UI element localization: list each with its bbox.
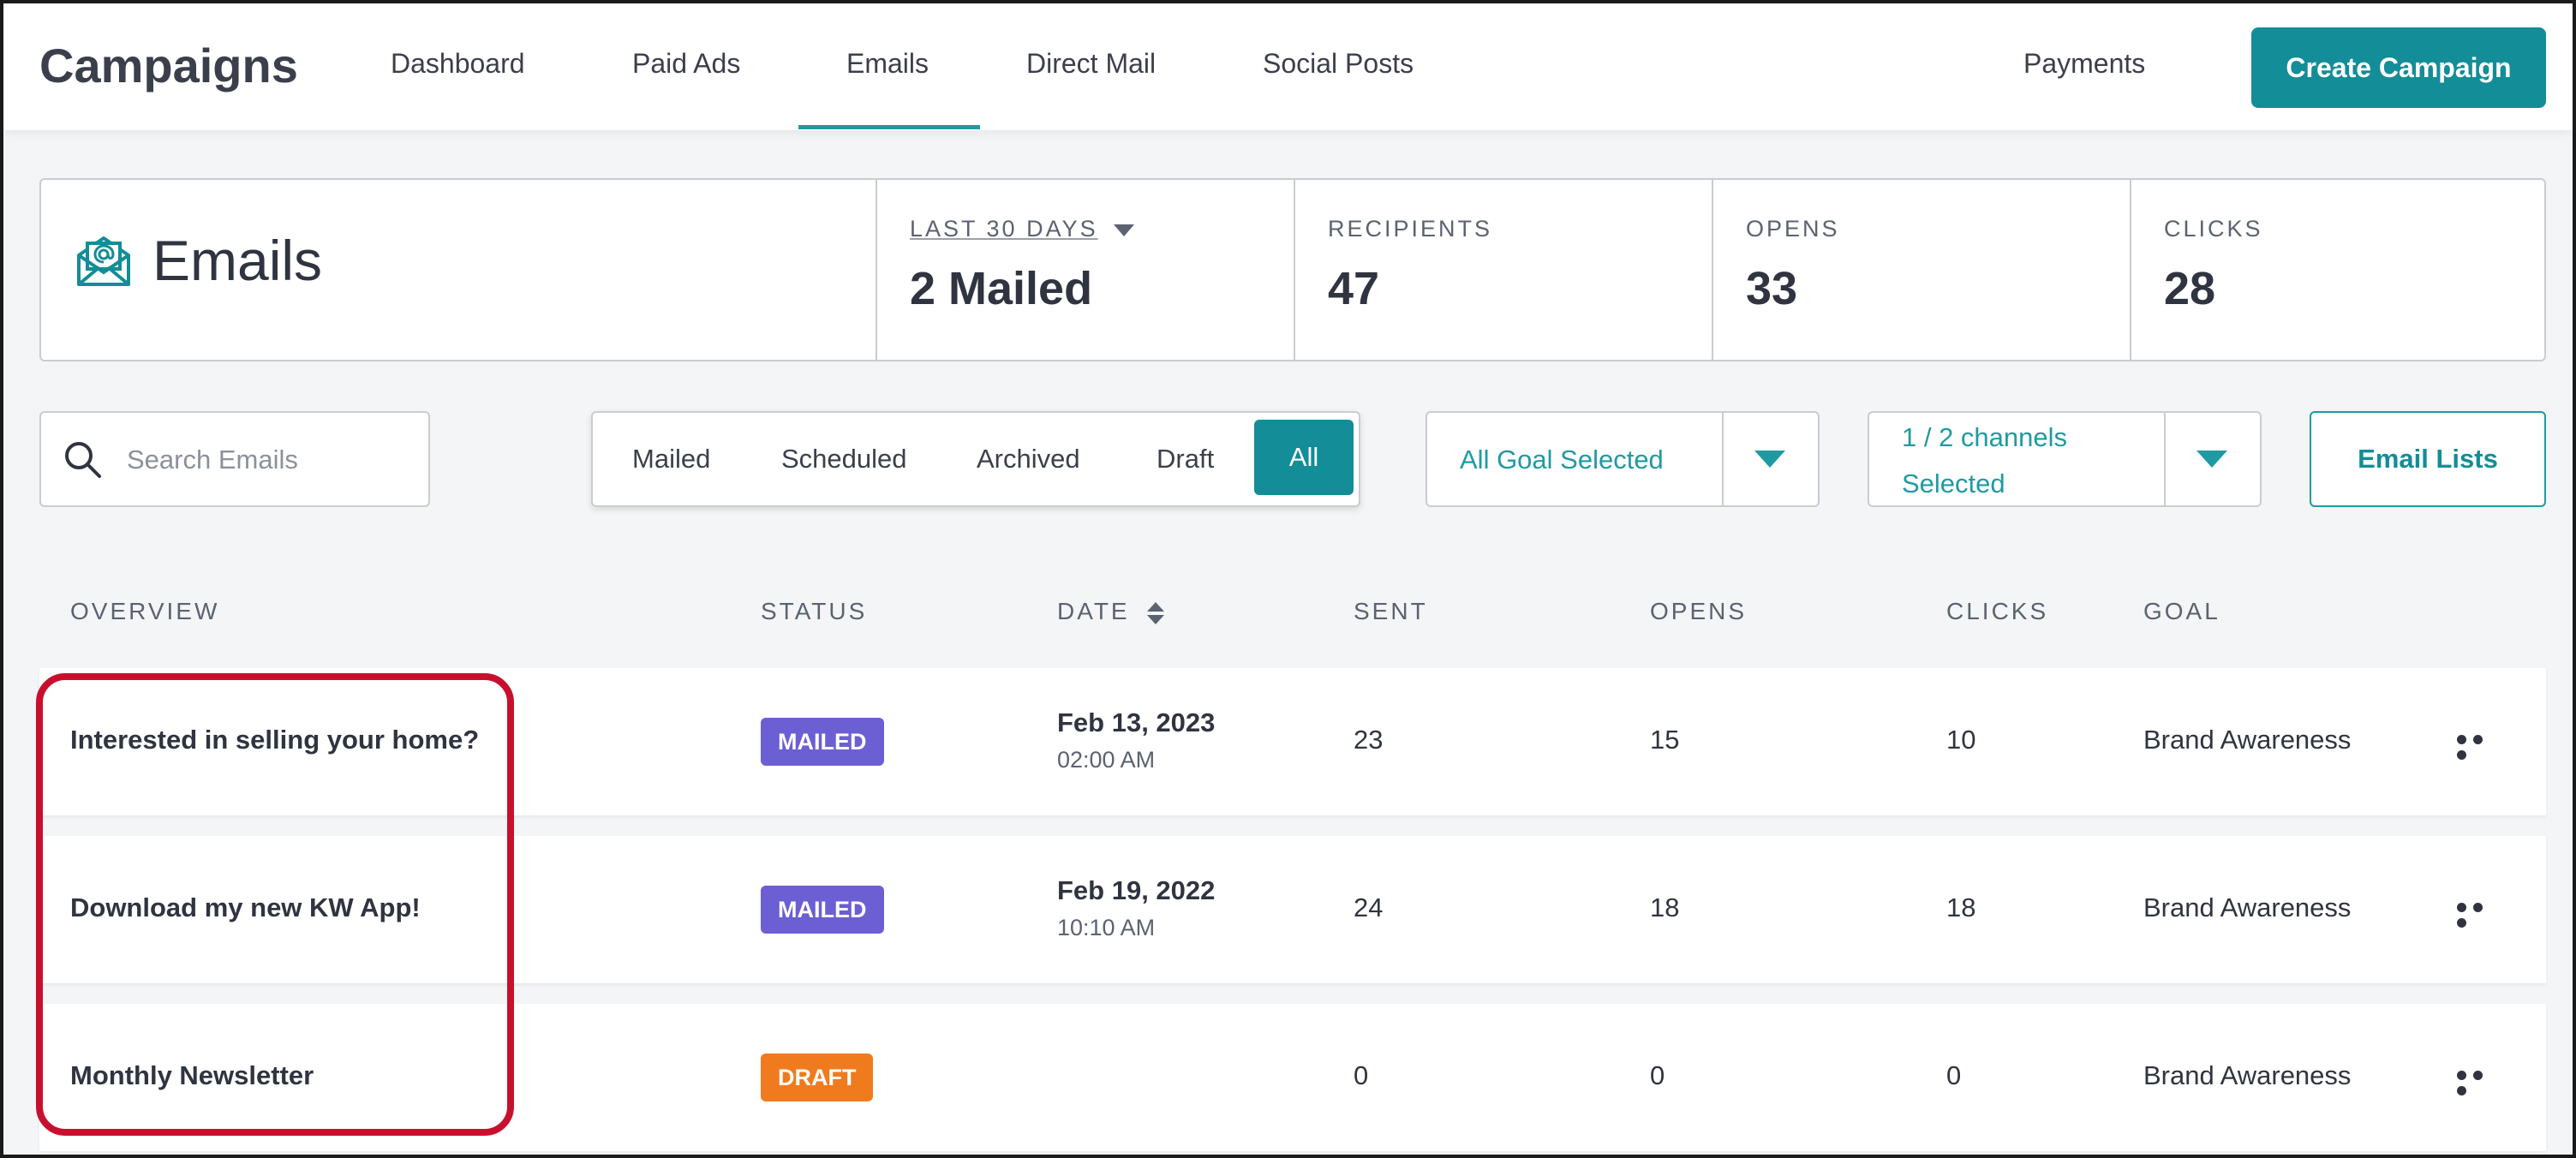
row-time-value: 02:00 AM [1057, 747, 1156, 773]
period-dropdown[interactable]: LAST 30 DAYS [910, 216, 1134, 242]
channels-dropdown-toggle[interactable] [2164, 413, 2260, 505]
status-segmented-control: Mailed Scheduled Archived Draft All [591, 411, 1360, 507]
stat-recipients: RECIPIENTS 47 [1295, 180, 1713, 360]
row-date-value: Feb 13, 2023 [1057, 707, 1216, 737]
active-tab-indicator [798, 125, 980, 129]
row-clicks: 18 [1946, 892, 1976, 922]
status-badge: MAILED [761, 718, 884, 766]
tab-emails[interactable]: Emails [846, 48, 929, 80]
segment-all[interactable]: All [1254, 420, 1354, 495]
row-clicks: 0 [1946, 1060, 1962, 1090]
segment-mailed[interactable]: Mailed [632, 444, 710, 475]
table-row[interactable]: Interested in selling your home? MAILED … [39, 668, 2546, 815]
stats-title-cell: Emails [41, 180, 877, 360]
table-row[interactable]: Monthly Newsletter DRAFT 0 0 0 Brand Awa… [39, 1004, 2546, 1151]
app-frame: Campaigns Dashboard Paid Ads Emails Dire… [0, 0, 2576, 1158]
tab-direct-mail[interactable]: Direct Mail [1026, 48, 1156, 80]
email-stats-card: Emails LAST 30 DAYS 2 Mailed RECIPIENTS … [39, 178, 2546, 361]
more-horizontal-icon[interactable] [2457, 733, 2503, 760]
segment-scheduled[interactable]: Scheduled [781, 444, 907, 475]
header-goal: GOAL [2143, 598, 2220, 624]
stats-title: Emails [152, 229, 323, 292]
tab-paid-ads[interactable]: Paid Ads [632, 48, 740, 80]
search-box [39, 411, 430, 507]
chevron-down-icon [2196, 451, 2227, 468]
row-time-value: 10:10 AM [1057, 915, 1156, 940]
row-date-value: Feb 19, 2022 [1057, 875, 1216, 905]
header-date: DATE [1057, 598, 1130, 624]
status-badge: MAILED [761, 886, 884, 934]
tab-social-posts[interactable]: Social Posts [1263, 48, 1414, 80]
search-input[interactable] [127, 439, 409, 481]
status-badge: DRAFT [761, 1054, 874, 1101]
chevron-down-icon [1754, 451, 1785, 468]
row-date: Feb 19, 2022 10:10 AM [1057, 875, 1215, 941]
goal-dropdown[interactable]: All Goal Selected [1425, 411, 1820, 507]
stat-clicks: CLICKS 28 [2131, 180, 2548, 360]
opens-label: OPENS [1746, 216, 1840, 242]
row-goal: Brand Awareness [2143, 725, 2352, 755]
header-sent: SENT [1354, 598, 1428, 624]
sort-icon [1147, 601, 1165, 624]
recipients-label: RECIPIENTS [1328, 216, 1493, 242]
row-overview[interactable]: Interested in selling your home? [70, 725, 479, 755]
app-title: Campaigns [39, 39, 298, 93]
caret-down-icon [1113, 224, 1134, 236]
stat-mailed: LAST 30 DAYS 2 Mailed [877, 180, 1295, 360]
goal-dropdown-toggle[interactable] [1722, 413, 1818, 505]
row-clicks: 10 [1946, 725, 1976, 755]
channels-dropdown-line1: 1 / 2 channels [1902, 422, 2068, 452]
table-row[interactable]: Download my new KW App! MAILED Feb 19, 2… [39, 836, 2546, 983]
goal-dropdown-value: All Goal Selected [1460, 445, 1664, 475]
row-sent: 0 [1354, 1060, 1369, 1090]
channels-dropdown[interactable]: 1 / 2 channels Selected [1868, 411, 2262, 507]
payments-link[interactable]: Payments [2023, 48, 2145, 80]
row-overview[interactable]: Monthly Newsletter [70, 1060, 314, 1091]
stat-opens: OPENS 33 [1713, 180, 2131, 360]
mailed-value: 2 Mailed [910, 263, 1093, 314]
period-label: LAST 30 DAYS [910, 216, 1098, 242]
row-sent: 23 [1354, 725, 1384, 755]
more-horizontal-icon[interactable] [2457, 1069, 2503, 1095]
row-opens: 0 [1650, 1060, 1665, 1090]
header-clicks: CLICKS [1946, 598, 2049, 624]
row-overview[interactable]: Download my new KW App! [70, 892, 421, 923]
tab-dashboard[interactable]: Dashboard [391, 48, 525, 80]
top-nav: Campaigns Dashboard Paid Ads Emails Dire… [3, 3, 2573, 130]
header-status: STATUS [761, 598, 868, 624]
more-horizontal-icon[interactable] [2457, 901, 2503, 928]
opens-value: 33 [1746, 263, 1798, 314]
row-sent: 24 [1354, 892, 1384, 922]
header-opens: OPENS [1650, 598, 1748, 624]
email-lists-button[interactable]: Email Lists [2310, 411, 2546, 507]
row-goal: Brand Awareness [2143, 1060, 2352, 1090]
search-icon [65, 442, 101, 478]
envelope-at-icon [77, 236, 130, 286]
row-goal: Brand Awareness [2143, 892, 2352, 922]
header-overview: OVERVIEW [70, 598, 220, 624]
row-opens: 18 [1650, 892, 1680, 922]
row-date: Feb 13, 2023 02:00 AM [1057, 707, 1215, 773]
clicks-value: 28 [2164, 263, 2216, 314]
channels-dropdown-line2: Selected [1902, 469, 2005, 498]
create-campaign-button[interactable]: Create Campaign [2251, 27, 2546, 108]
segment-archived[interactable]: Archived [977, 444, 1080, 475]
recipients-value: 47 [1328, 263, 1380, 314]
segment-draft[interactable]: Draft [1157, 444, 1214, 475]
clicks-label: CLICKS [2164, 216, 2263, 242]
header-date-sort[interactable]: DATE [1057, 598, 1166, 626]
row-opens: 15 [1650, 725, 1680, 755]
